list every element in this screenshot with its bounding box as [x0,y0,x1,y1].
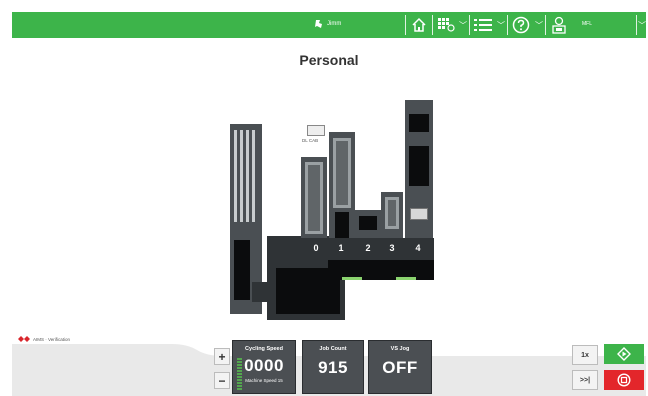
cycling-speed-label: Cycling Speed [245,346,283,352]
rail [234,130,237,222]
chevron-down-icon[interactable]: ﹀ [534,15,544,35]
feeder-label-1[interactable]: 1 [333,243,349,253]
stop-icon [617,373,631,387]
vs-jog-panel[interactable]: VS Jog OFF [368,340,432,394]
step-button[interactable]: >>| [572,370,598,390]
brand-text: AIMS · Verification [33,336,71,342]
feeder-3-track [385,197,399,229]
indicator [342,277,362,280]
menu-list-icon [474,19,492,31]
user-icon [315,20,322,28]
top-bar: Jimm ﹀ ﹀ ﹀ MFL ﹀ [12,12,646,38]
feeder-label-2[interactable]: 2 [360,243,376,253]
machine-status-icon [552,16,566,34]
job-settings-icon [438,18,455,32]
divider [545,15,546,35]
job-settings-button[interactable] [436,15,458,35]
user-name: Jimm [327,21,342,27]
feeder-label-3[interactable]: 3 [384,243,400,253]
speed-level-bar [237,346,242,390]
cycling-speed-panel: Cycling Speed 0000 Machine Speed 15 [232,340,296,394]
stop-button[interactable] [604,370,644,390]
chevron-down-icon[interactable]: ﹀ [637,15,646,35]
rail [240,130,243,222]
feeder-0-track [305,162,323,234]
feeder-2-window [359,216,377,230]
feeder-label-4[interactable]: 4 [410,243,426,253]
feeder-1-window [335,212,349,238]
rail [246,130,249,222]
tray-label: DL CAB [302,138,319,143]
feeder-1-track [333,138,351,208]
chevron-down-icon[interactable]: ﹀ [496,15,506,35]
help-button[interactable] [510,15,532,35]
indicator [396,277,416,280]
help-icon [512,16,530,34]
job-count-label: Job Count [319,346,347,352]
brand-logo: AIMS · Verification [18,334,70,344]
chevron-down-icon[interactable]: ﹀ [458,15,468,35]
feeder-label-0[interactable]: 0 [308,243,324,253]
vs-jog-label: VS Jog [390,346,410,352]
user-indicator[interactable]: Jimm [314,18,341,30]
single-cycle-button[interactable]: 1x [572,345,598,365]
divider [432,15,433,35]
divider [507,15,508,35]
job-count-panel[interactable]: Job Count 915 [302,340,364,394]
machine-speed-text: Machine Speed 15 [245,378,283,383]
status-text: MFL [582,21,592,27]
divider [405,15,406,35]
tray-icon[interactable] [307,125,325,136]
connector [252,282,268,302]
cycling-speed-value: 0000 [244,356,284,375]
decrease-speed-button[interactable]: − [214,372,230,389]
feeder-4-window [409,146,429,186]
home-button[interactable] [408,15,430,35]
feeder-4-window [409,114,429,132]
divider [469,15,470,35]
brand-icon [18,336,30,342]
rail [252,130,255,222]
home-icon [412,17,426,32]
start-icon [617,347,631,361]
feeder-4-tray [410,208,428,220]
job-count-value: 915 [318,358,348,377]
increase-speed-button[interactable]: + [214,348,230,365]
tower-window [234,240,250,300]
vs-jog-value: OFF [382,358,418,377]
page-title: Personal [299,52,359,68]
start-button[interactable] [604,344,644,364]
app-window: Jimm ﹀ ﹀ ﹀ MFL ﹀ Personal DL CAB 0 1 2 3… [12,12,646,396]
menu-list-button[interactable] [472,15,494,35]
machine-status-button[interactable] [548,15,570,35]
